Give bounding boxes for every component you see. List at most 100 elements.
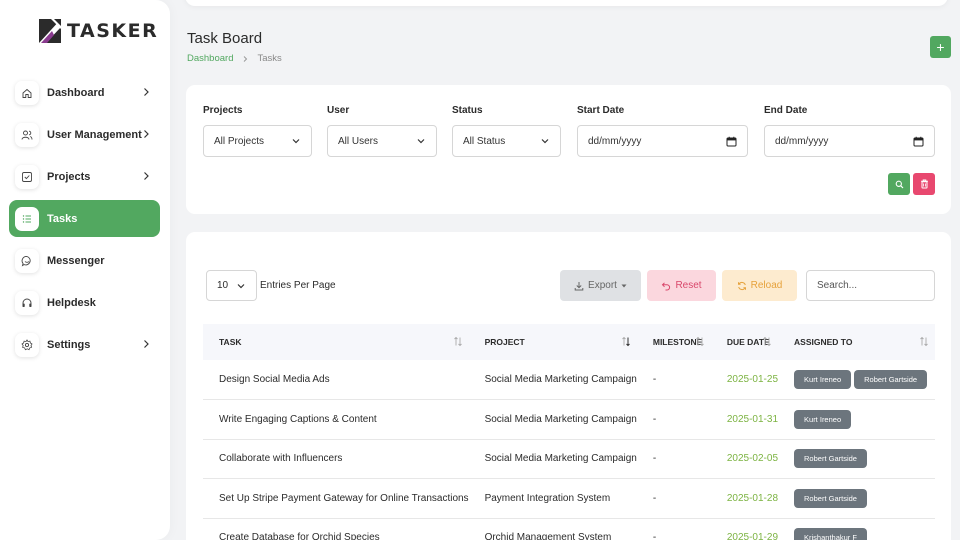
- checkbox-icon: [15, 164, 39, 189]
- column-task[interactable]: TASK: [203, 324, 469, 360]
- assignee-badge: Kurt Ireneo: [794, 409, 852, 429]
- page-title: Task Board: [187, 30, 263, 47]
- entries-per-page-label: Entries Per Page: [260, 280, 336, 291]
- gear-icon: [15, 332, 39, 357]
- task-milestone: -: [636, 439, 711, 479]
- table-header-row: TASK PROJECT MILESTONE DUE DATE ASSIGNED…: [203, 324, 935, 360]
- trash-icon: [920, 179, 928, 189]
- column-assigned-to[interactable]: ASSIGNED TO: [778, 324, 935, 360]
- sort-icon: [696, 336, 704, 347]
- task-project: Social Media Marketing Campaign: [468, 360, 637, 400]
- column-project-label: PROJECT: [484, 337, 525, 347]
- task-project: Social Media Marketing Campaign: [468, 399, 637, 440]
- task-name[interactable]: Collaborate with Influencers: [203, 439, 469, 479]
- status-filter-label: Status: [452, 105, 483, 116]
- column-assigned-to-label: ASSIGNED TO: [794, 337, 853, 347]
- projects-select-value: All Projects: [214, 135, 265, 147]
- sidebar-item-tasks[interactable]: Tasks: [9, 200, 160, 237]
- export-button[interactable]: Export: [560, 270, 641, 301]
- reset-button[interactable]: Reset: [647, 270, 716, 301]
- breadcrumb: Dashboard Tasks: [187, 53, 282, 64]
- task-name[interactable]: Write Engaging Captions & Content: [203, 399, 469, 440]
- task-project: Orchid Management System: [468, 518, 637, 540]
- column-due-date[interactable]: DUE DATE: [711, 324, 778, 360]
- status-select-value: All Status: [463, 135, 506, 147]
- user-select[interactable]: All Users: [327, 125, 437, 157]
- sidebar: TASKER Dashboard User Management Project…: [0, 0, 170, 540]
- task-assignees: Robert Gartside: [778, 478, 935, 519]
- table-row[interactable]: Collaborate with Influencers Social Medi…: [203, 439, 935, 479]
- calendar-icon[interactable]: [913, 136, 924, 147]
- caret-down-icon: [621, 284, 627, 287]
- brand-logo[interactable]: TASKER: [38, 16, 158, 46]
- clear-filter-button[interactable]: [913, 173, 935, 195]
- table-row[interactable]: Set Up Stripe Payment Gateway for Online…: [203, 478, 935, 519]
- sidebar-item-label: Settings: [47, 338, 91, 351]
- task-milestone: -: [636, 518, 711, 540]
- calendar-icon[interactable]: [726, 136, 737, 147]
- column-task-label: TASK: [219, 337, 242, 347]
- start-date-label: Start Date: [577, 105, 625, 116]
- table-row[interactable]: Design Social Media Ads Social Media Mar…: [203, 360, 935, 400]
- task-due-date: 2025-02-05: [710, 439, 779, 479]
- chevron-right-icon: [244, 55, 248, 62]
- sidebar-item-label: Messenger: [47, 254, 105, 267]
- reset-label: Reset: [675, 280, 702, 291]
- top-navbar: [185, 0, 948, 6]
- chevron-right-icon: [144, 88, 149, 96]
- task-milestone: -: [636, 478, 711, 519]
- assignee-badge: Robert Gartside: [794, 449, 867, 469]
- home-icon: [15, 80, 39, 105]
- sidebar-item-label: Helpdesk: [47, 296, 96, 309]
- users-icon: [15, 122, 39, 147]
- chat-icon: [15, 248, 39, 273]
- chevron-down-icon: [237, 283, 245, 288]
- undo-icon: [662, 281, 671, 290]
- sidebar-item-projects[interactable]: Projects: [9, 158, 160, 195]
- sidebar-item-dashboard[interactable]: Dashboard: [9, 74, 160, 111]
- sidebar-item-label: Projects: [47, 170, 91, 183]
- chevron-down-icon: [292, 139, 300, 144]
- sidebar-item-messenger[interactable]: Messenger: [9, 242, 160, 279]
- end-date-input[interactable]: dd/mm/yyyy: [764, 125, 935, 157]
- column-milestone[interactable]: MILESTONE: [637, 324, 711, 360]
- user-select-value: All Users: [338, 135, 379, 147]
- task-due-date: 2025-01-25: [710, 360, 779, 400]
- task-due-date: 2025-01-31: [710, 399, 779, 440]
- column-project[interactable]: PROJECT: [469, 324, 637, 360]
- status-filter: Status All Status: [452, 105, 561, 157]
- add-task-button[interactable]: +: [930, 36, 951, 58]
- search-input[interactable]: [806, 270, 935, 301]
- start-date-input[interactable]: dd/mm/yyyy: [577, 125, 748, 157]
- task-due-date: 2025-01-29: [710, 518, 779, 540]
- entries-per-page-value: 10: [217, 280, 229, 291]
- export-label: Export: [588, 280, 617, 291]
- user-filter-label: User: [327, 105, 350, 116]
- entries-per-page-select[interactable]: 10: [206, 270, 257, 301]
- breadcrumb-dashboard-link[interactable]: Dashboard: [187, 53, 233, 64]
- task-name[interactable]: Design Social Media Ads: [203, 360, 469, 400]
- apply-filter-button[interactable]: [888, 173, 910, 195]
- end-date-filter: End Date dd/mm/yyyy: [764, 105, 935, 157]
- sidebar-item-user-management[interactable]: User Management: [9, 116, 160, 153]
- assignee-badge: Krishanthakur F: [794, 528, 867, 540]
- refresh-icon: [737, 281, 746, 290]
- task-due-date: 2025-01-28: [710, 478, 779, 519]
- task-name[interactable]: Create Database for Orchid Species: [203, 518, 469, 540]
- table-row[interactable]: Create Database for Orchid Species Orchi…: [203, 518, 935, 540]
- task-table-panel: 10 Entries Per Page Export Reset Reload …: [186, 232, 951, 540]
- task-assignees: Kurt Ireneo: [778, 399, 935, 440]
- task-name[interactable]: Set Up Stripe Payment Gateway for Online…: [203, 478, 469, 519]
- projects-select[interactable]: All Projects: [203, 125, 312, 157]
- status-select[interactable]: All Status: [452, 125, 561, 157]
- table-row[interactable]: Write Engaging Captions & Content Social…: [203, 399, 935, 440]
- search-icon: [895, 180, 903, 188]
- sidebar-nav: Dashboard User Management Projects Tasks: [9, 74, 160, 368]
- chevron-down-icon: [541, 139, 549, 144]
- sidebar-item-helpdesk[interactable]: Helpdesk: [9, 284, 160, 321]
- chevron-right-icon: [144, 340, 149, 348]
- sidebar-item-label: Tasks: [47, 212, 78, 225]
- chevron-right-icon: [144, 172, 149, 180]
- sidebar-item-settings[interactable]: Settings: [9, 326, 160, 363]
- reload-button[interactable]: Reload: [722, 270, 797, 301]
